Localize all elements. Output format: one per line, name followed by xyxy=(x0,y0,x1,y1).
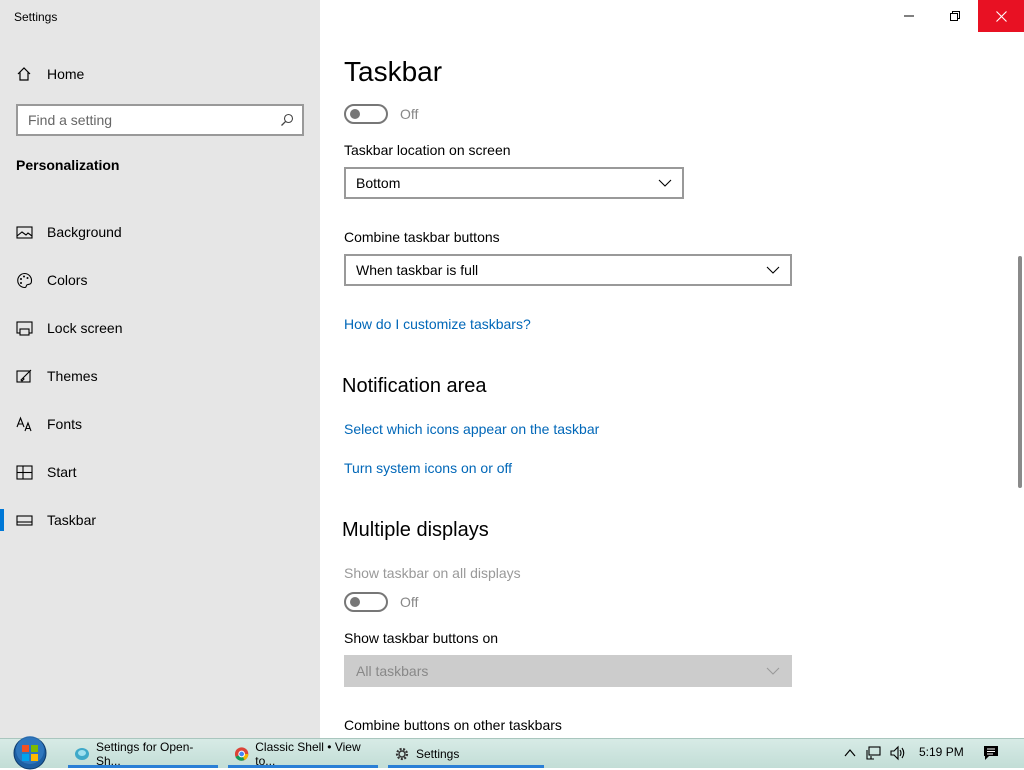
show-all-displays-toggle[interactable] xyxy=(344,592,388,612)
sidebar-nav: Background Colors Lock screen Themes Fon… xyxy=(0,208,320,544)
system-tray xyxy=(843,738,907,768)
page-title: Taskbar xyxy=(344,56,443,87)
location-label: Taskbar location on screen xyxy=(344,142,511,158)
search-input[interactable] xyxy=(18,106,268,134)
combine-other-label: Combine buttons on other taskbars xyxy=(344,717,562,733)
home-label: Home xyxy=(47,66,85,82)
font-icon xyxy=(16,415,33,433)
chevron-up-icon[interactable] xyxy=(843,746,857,760)
action-center-icon[interactable] xyxy=(983,745,999,761)
open-shell-icon xyxy=(75,748,89,760)
location-dropdown[interactable]: Bottom xyxy=(344,167,684,199)
paintbrush-icon xyxy=(16,368,33,385)
show-buttons-value: All taskbars xyxy=(356,663,429,679)
sidebar-item-themes[interactable]: Themes xyxy=(0,352,320,400)
volume-icon[interactable] xyxy=(889,745,907,761)
sidebar-item-start[interactable]: Start xyxy=(0,448,320,496)
sidebar-item-colors[interactable]: Colors xyxy=(0,256,320,304)
select-icons-link[interactable]: Select which icons appear on the taskbar xyxy=(344,421,599,437)
chevron-down-icon xyxy=(766,667,780,675)
toggle-state-label: Off xyxy=(400,106,419,122)
sidebar-item-label: Start xyxy=(47,464,77,480)
sidebar-item-taskbar[interactable]: Taskbar xyxy=(0,496,320,544)
taskbar-icon xyxy=(16,512,33,529)
search-box[interactable] xyxy=(16,104,304,136)
home-icon xyxy=(17,67,31,81)
taskbar-button-open-shell[interactable]: Settings for Open-Sh... xyxy=(68,740,218,768)
sidebar-item-fonts[interactable]: Fonts xyxy=(0,400,320,448)
start-icon xyxy=(16,464,33,481)
scrollbar-thumb[interactable] xyxy=(1018,256,1022,488)
show-all-toggle-row: Off xyxy=(344,592,418,612)
main-content: Taskbar Off Taskbar location on screen B… xyxy=(320,0,1024,738)
taskbar-button-label: Settings xyxy=(416,747,460,761)
taskbar-toggle[interactable] xyxy=(344,104,388,124)
system-icons-link[interactable]: Turn system icons on or off xyxy=(344,460,512,476)
clock[interactable]: 5:19 PM xyxy=(919,745,964,759)
chrome-icon xyxy=(234,747,249,761)
sidebar-item-lock-screen[interactable]: Lock screen xyxy=(0,304,320,352)
combine-value: When taskbar is full xyxy=(356,262,479,278)
sidebar-item-label: Lock screen xyxy=(47,320,123,336)
gear-icon xyxy=(395,747,409,761)
app-title: Settings xyxy=(14,10,58,24)
toggle-state-label: Off xyxy=(400,594,419,610)
picture-icon xyxy=(16,224,33,241)
start-orb-icon[interactable] xyxy=(8,736,52,770)
taskbar-toggle-row: Off xyxy=(344,104,418,124)
home-link[interactable]: Home xyxy=(16,63,84,85)
sidebar: Settings Home Personalization Background… xyxy=(0,0,320,738)
chevron-down-icon xyxy=(658,179,672,187)
sidebar-item-label: Fonts xyxy=(47,416,83,432)
sidebar-item-label: Taskbar xyxy=(47,512,97,528)
show-all-displays-label: Show taskbar on all displays xyxy=(344,565,521,581)
search-icon[interactable] xyxy=(280,113,294,127)
lock-screen-icon xyxy=(16,320,33,337)
sidebar-item-label: Background xyxy=(47,224,122,240)
combine-label: Combine taskbar buttons xyxy=(344,229,500,245)
sidebar-item-background[interactable]: Background xyxy=(0,208,320,256)
multiple-displays-heading: Multiple displays xyxy=(342,519,489,541)
chevron-down-icon xyxy=(766,266,780,274)
show-buttons-label: Show taskbar buttons on xyxy=(344,630,499,646)
palette-icon xyxy=(16,272,33,289)
section-title: Personalization xyxy=(16,157,120,173)
sidebar-item-label: Colors xyxy=(47,272,88,288)
taskbar-button-settings[interactable]: Settings xyxy=(388,740,544,768)
sidebar-item-label: Themes xyxy=(47,368,98,384)
network-icon[interactable] xyxy=(865,745,881,761)
taskbar-button-chrome[interactable]: Classic Shell • View to... xyxy=(228,740,378,768)
notification-area-heading: Notification area xyxy=(342,375,487,397)
customize-taskbars-link[interactable]: How do I customize taskbars? xyxy=(344,316,531,332)
location-value: Bottom xyxy=(356,175,401,191)
combine-dropdown[interactable]: When taskbar is full xyxy=(344,254,792,286)
show-buttons-dropdown[interactable]: All taskbars xyxy=(344,655,792,687)
taskbar-button-label: Classic Shell • View to... xyxy=(255,740,361,768)
taskbar-button-label: Settings for Open-Sh... xyxy=(96,740,194,768)
